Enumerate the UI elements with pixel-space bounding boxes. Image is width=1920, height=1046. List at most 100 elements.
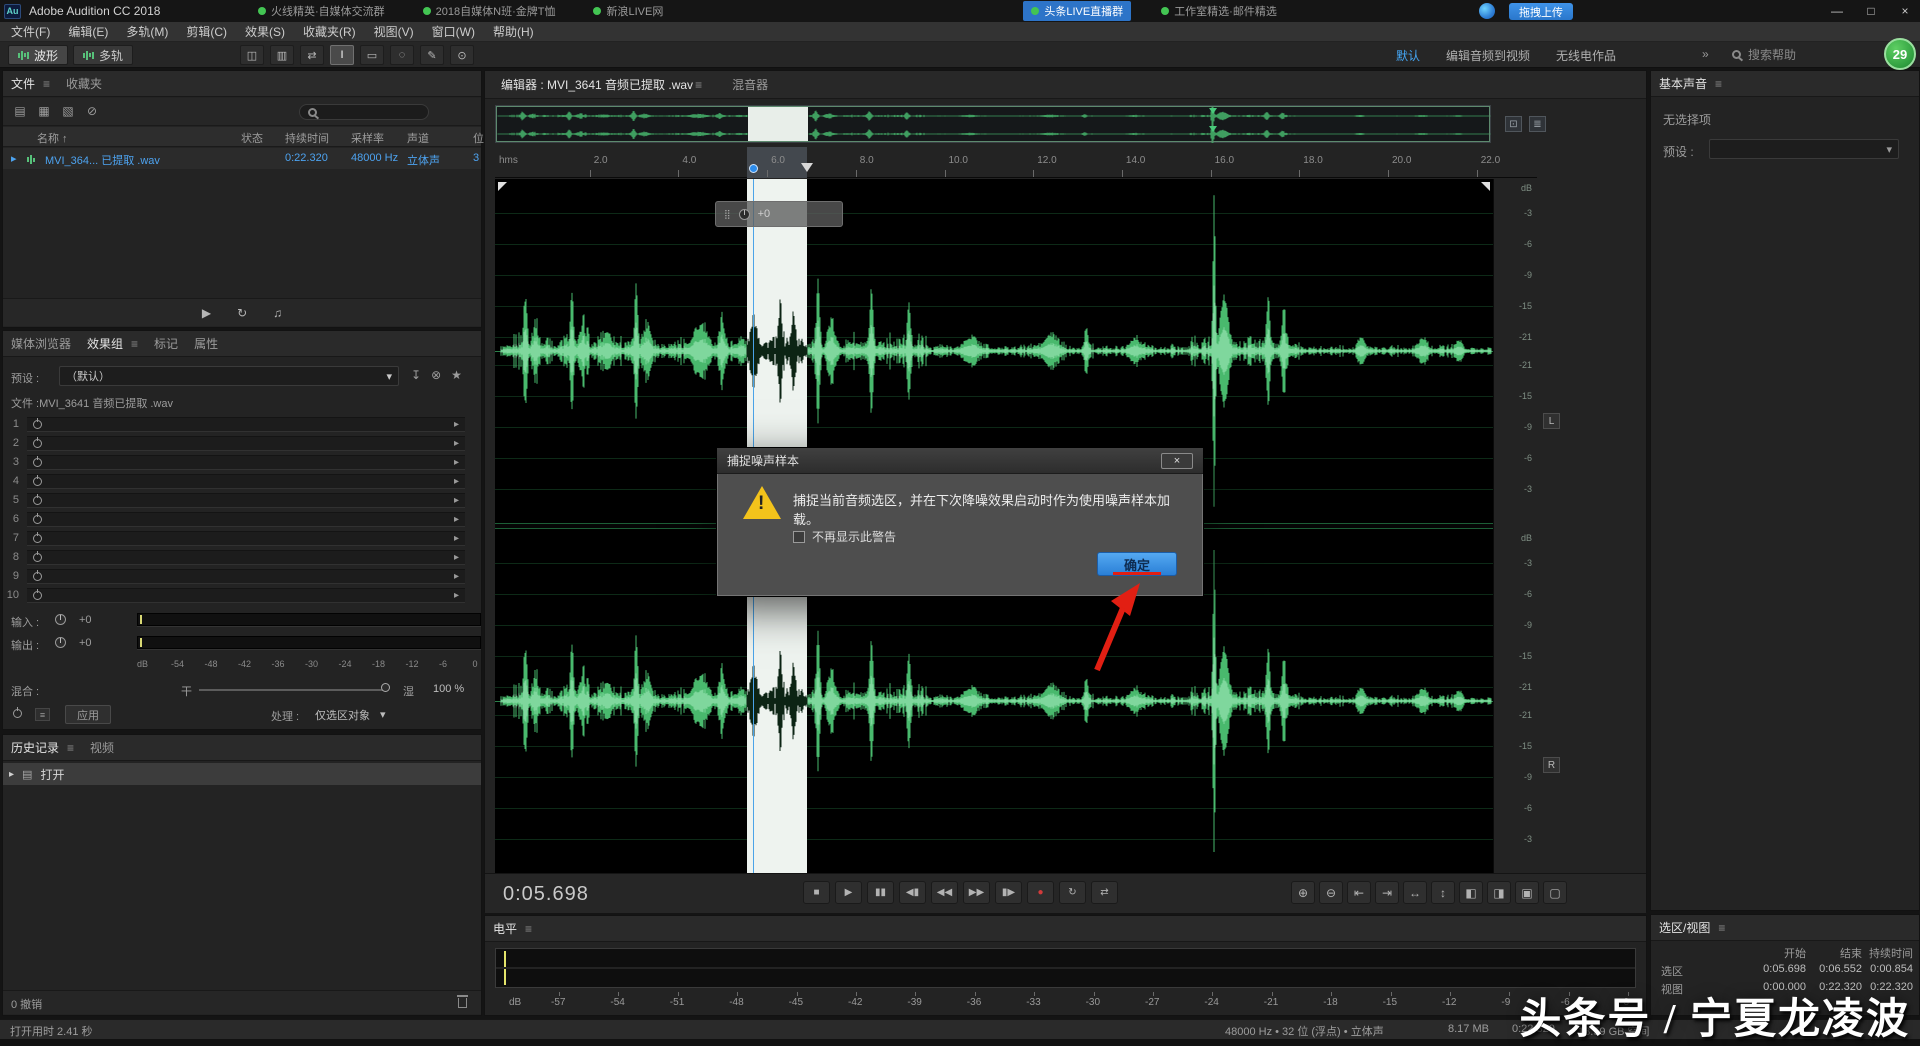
toggle-icon[interactable]: ≡ xyxy=(35,708,50,721)
effect-slot[interactable]: 6▸ xyxy=(3,510,481,529)
taskbar-tab[interactable]: 新浪LIVE网 xyxy=(585,1,671,21)
navigator-menu-icon[interactable]: ≣ xyxy=(1529,116,1546,132)
rewind-button[interactable]: ◀◀ xyxy=(931,881,958,904)
drag-upload-button[interactable]: 拖拽上传 xyxy=(1509,3,1573,20)
process-dropdown[interactable]: 仅选区对象 ▾ xyxy=(315,705,471,724)
tool-icon[interactable]: ◌ xyxy=(390,45,414,65)
minimize-button[interactable]: — xyxy=(1830,4,1844,18)
dont-show-again-checkbox[interactable]: 不再显示此警告 xyxy=(793,528,896,545)
effects-panel-tab[interactable]: 标记 xyxy=(154,335,178,352)
panel-menu-icon[interactable]: ≡ xyxy=(43,77,50,91)
gain-knob[interactable] xyxy=(55,614,66,625)
navigator-selection[interactable] xyxy=(748,107,808,141)
history-panel-tab[interactable]: 视频 xyxy=(90,739,114,756)
menu-item[interactable]: 效果(S) xyxy=(236,23,294,40)
menu-item[interactable]: 文件(F) xyxy=(2,23,59,40)
zoom-vertical-button[interactable]: ↕ xyxy=(1431,881,1455,904)
files-panel-tab[interactable]: 收藏夹 xyxy=(66,75,102,92)
power-icon[interactable] xyxy=(33,439,42,448)
effect-slot[interactable]: 9▸ xyxy=(3,567,481,586)
panel-menu-icon[interactable]: ≡ xyxy=(131,337,138,351)
slot-well[interactable]: ▸ xyxy=(27,417,465,432)
column-header[interactable]: 名称 ↑ xyxy=(37,130,68,146)
effect-slot[interactable]: 3▸ xyxy=(3,453,481,472)
workspace-button[interactable]: 默认 xyxy=(1396,47,1420,64)
stop-button[interactable]: ■ xyxy=(803,881,830,904)
panel-menu-icon[interactable]: ≡ xyxy=(1718,921,1725,935)
slot-well[interactable]: ▸ xyxy=(27,436,465,451)
slot-well[interactable]: ▸ xyxy=(27,550,465,565)
column-header[interactable]: 声道 xyxy=(407,130,429,146)
history-panel-tab[interactable]: 历史记录 xyxy=(11,739,59,756)
view-button[interactable]: 多轨 xyxy=(73,45,133,65)
files-panel-tab[interactable]: 文件 xyxy=(11,75,35,92)
tool-icon[interactable]: ▭ xyxy=(360,45,384,65)
gain-knob[interactable] xyxy=(55,637,66,648)
apply-button[interactable]: 应用 xyxy=(65,705,111,724)
taskbar-tab[interactable]: 工作室精选·邮件精选 xyxy=(1153,1,1285,21)
gain-knob[interactable] xyxy=(739,209,750,220)
panel-menu-icon[interactable]: ≡ xyxy=(695,78,702,92)
new-item-icon[interactable]: ▧ xyxy=(59,104,77,120)
tool-icon[interactable]: ⊙ xyxy=(450,45,474,65)
zoom-out-button[interactable]: ⊖ xyxy=(1319,881,1343,904)
cloud-upload-icon[interactable] xyxy=(1479,3,1495,19)
power-icon[interactable] xyxy=(33,477,42,486)
timeline-ruler[interactable]: hms 2.04.06.08.010.012.014.016.018.020.0… xyxy=(495,147,1537,178)
slot-well[interactable]: ▸ xyxy=(27,474,465,489)
volume-hud[interactable]: ⣿ +0 xyxy=(715,201,843,227)
favorite-icon[interactable]: ★ xyxy=(451,368,462,382)
right-channel-badge[interactable]: R xyxy=(1543,757,1560,773)
save-preset-icon[interactable]: ↧ xyxy=(411,368,421,382)
record-button[interactable]: ● xyxy=(1027,881,1054,904)
effects-panel-tab[interactable]: 媒体浏览器 xyxy=(11,335,71,352)
pause-button[interactable]: ▮▮ xyxy=(867,881,894,904)
tool-icon[interactable]: ✎ xyxy=(420,45,444,65)
trash-icon[interactable] xyxy=(458,998,467,1008)
mix-slider-track[interactable] xyxy=(199,689,387,691)
column-header[interactable]: 状态 xyxy=(241,130,263,146)
play-button[interactable]: ▶ xyxy=(835,881,862,904)
effect-slot[interactable]: 7▸ xyxy=(3,529,481,548)
menu-item[interactable]: 收藏夹(R) xyxy=(294,23,365,40)
workspace-overflow-button[interactable]: » xyxy=(1702,47,1709,61)
slot-well[interactable]: ▸ xyxy=(27,569,465,584)
mixer-tab[interactable]: 混音器 xyxy=(732,76,768,93)
power-icon[interactable] xyxy=(33,458,42,467)
tool-icon[interactable]: ⇄ xyxy=(300,45,324,65)
effect-slot[interactable]: 10▸ xyxy=(3,586,481,605)
slot-well[interactable]: ▸ xyxy=(27,531,465,546)
effects-panel-tab[interactable]: 属性 xyxy=(194,335,218,352)
navigator-range-box[interactable] xyxy=(496,106,1490,142)
taskbar-tab[interactable]: 头条LIVE直播群 xyxy=(1023,1,1131,21)
menu-item[interactable]: 多轨(M) xyxy=(117,23,177,40)
go-to-end-button[interactable]: ▮▶ xyxy=(995,881,1022,904)
panel-menu-icon[interactable]: ≡ xyxy=(67,741,74,755)
zoom-in-right-edge-button[interactable]: ⇥ xyxy=(1375,881,1399,904)
expander-icon[interactable]: ▸ xyxy=(11,152,17,165)
power-icon[interactable] xyxy=(33,496,42,505)
loop-button[interactable]: ↻ xyxy=(237,306,247,320)
panel-menu-icon[interactable]: ≡ xyxy=(525,922,532,936)
tool-icon[interactable]: ◫ xyxy=(240,45,264,65)
go-to-start-button[interactable]: ◀▮ xyxy=(899,881,926,904)
power-icon[interactable] xyxy=(33,534,42,543)
checkbox-box-icon[interactable] xyxy=(793,531,805,543)
overview-navigator[interactable] xyxy=(495,105,1491,143)
zoom-in-button[interactable]: ⊕ xyxy=(1291,881,1315,904)
column-header[interactable]: 持续时间 xyxy=(285,130,329,146)
history-item[interactable]: ▸▤打开 xyxy=(3,763,481,785)
import-file-icon[interactable]: ▤ xyxy=(11,104,29,120)
extract-icon[interactable]: ▦ xyxy=(35,104,53,120)
effect-slot[interactable]: 5▸ xyxy=(3,491,481,510)
preset-dropdown[interactable]: ▾ xyxy=(1709,139,1899,159)
effect-slot[interactable]: 8▸ xyxy=(3,548,481,567)
help-search[interactable]: 搜索帮助 xyxy=(1732,46,1796,63)
file-row[interactable]: ▸ MVI_364... 已提取 .wav 0:22.32048000 Hz立体… xyxy=(3,148,481,169)
delete-preset-icon[interactable]: ⊗ xyxy=(431,368,441,382)
taskbar-tab[interactable]: 2018自媒体N班·金牌T恤 xyxy=(415,1,564,21)
close-button[interactable]: × xyxy=(1898,4,1912,18)
zoom-selection-left-button[interactable]: ◧ xyxy=(1459,881,1483,904)
tool-icon[interactable]: ▥ xyxy=(270,45,294,65)
tool-icon[interactable]: I xyxy=(330,45,354,65)
